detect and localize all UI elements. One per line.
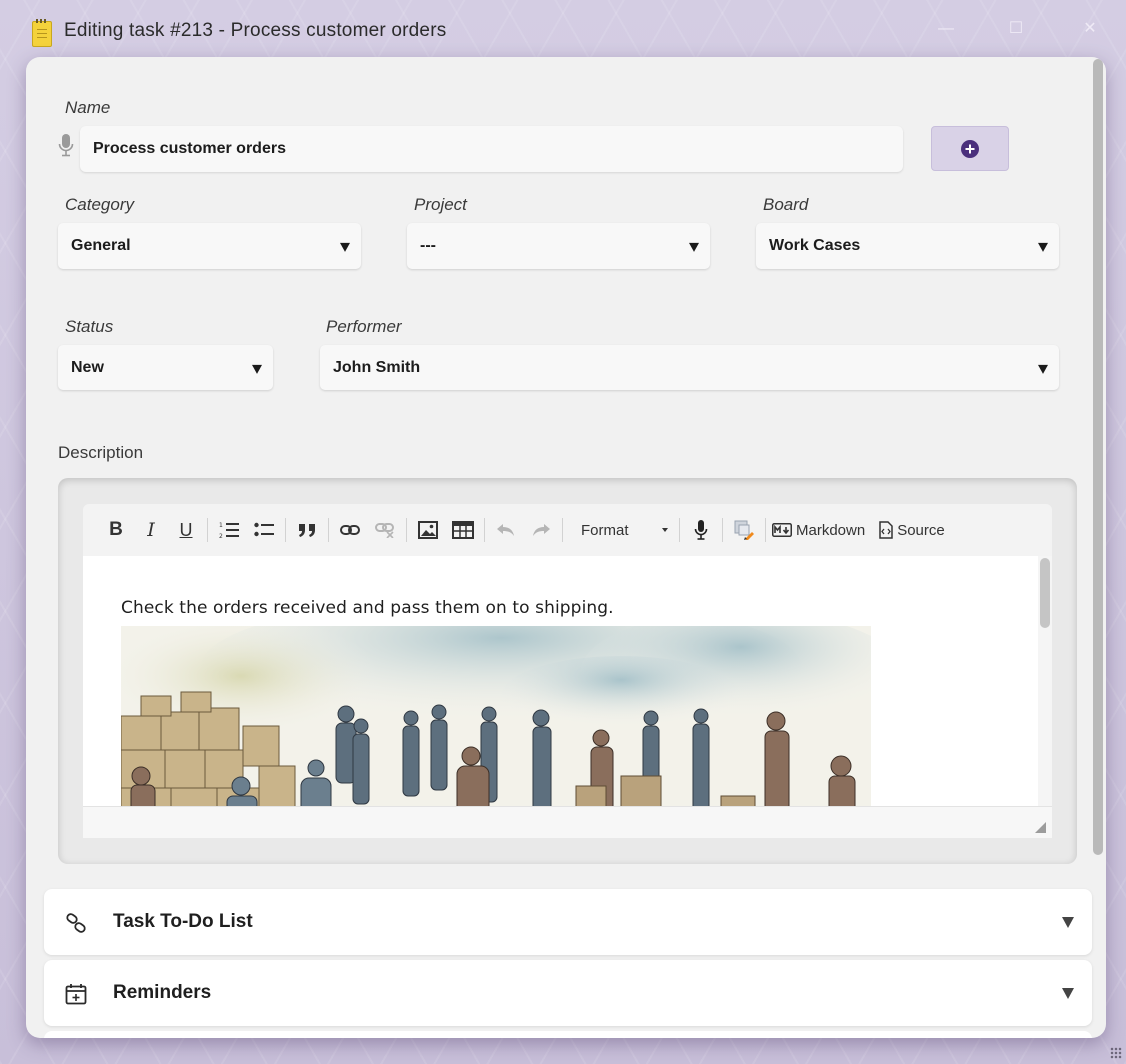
- task-name-input[interactable]: Process customer orders: [80, 126, 903, 172]
- next-panel-partial: [44, 1031, 1092, 1038]
- unlink-button[interactable]: [370, 515, 400, 545]
- markdown-icon: [772, 523, 792, 537]
- table-icon: [452, 521, 474, 539]
- numbered-list-button[interactable]: 1 2: [214, 515, 244, 545]
- dialog-scrollbar-thumb[interactable]: [1093, 59, 1103, 855]
- bullet-list-button[interactable]: [249, 515, 279, 545]
- chevron-down-icon: [662, 528, 668, 532]
- redo-icon: [533, 524, 550, 536]
- source-code-icon: [879, 521, 893, 539]
- image-icon: [418, 521, 438, 539]
- toolbar-divider: [285, 518, 286, 542]
- performer-label: Performer: [326, 317, 402, 336]
- reminders-title: Reminders: [113, 982, 212, 1003]
- title-bar[interactable]: Editing task #213 - Process customer ord…: [0, 0, 1126, 58]
- minimize-button[interactable]: —: [928, 14, 964, 44]
- markdown-label: Markdown: [796, 521, 866, 539]
- source-label: Source: [897, 521, 945, 539]
- task-name-value: Process customer orders: [93, 140, 286, 157]
- insert-table-button[interactable]: [448, 515, 478, 545]
- undo-button[interactable]: [491, 515, 521, 545]
- notepad-icon: [32, 19, 52, 47]
- plus-circle-icon: [961, 139, 979, 158]
- edit-task-dialog: Name Process customer orders Category Ge…: [26, 57, 1106, 1038]
- italic-button[interactable]: I: [136, 515, 166, 545]
- description-label: Description: [58, 443, 144, 462]
- link-icon: [66, 913, 86, 933]
- project-select[interactable]: ---: [407, 223, 710, 269]
- editor-toolbar: B I U 1 2 Format Markdown Source: [83, 504, 1052, 556]
- toolbar-divider: [562, 518, 563, 542]
- toolbar-divider: [484, 518, 485, 542]
- quote-icon: [299, 524, 315, 537]
- bullet-list-icon: [254, 522, 274, 537]
- insert-image-button[interactable]: [413, 515, 443, 545]
- microphone-icon[interactable]: [58, 133, 74, 157]
- svg-text:1: 1: [219, 522, 223, 529]
- blockquote-button[interactable]: [292, 515, 322, 545]
- project-value: ---: [420, 237, 436, 254]
- warehouse-illustration-graphic: [121, 626, 871, 806]
- editor-statusbar: [83, 806, 1052, 838]
- status-select[interactable]: New: [58, 345, 273, 390]
- redo-button[interactable]: [526, 515, 556, 545]
- window-title: Editing task #213 - Process customer ord…: [64, 20, 447, 41]
- description-editor: B I U 1 2 Format Markdown Source Check t…: [58, 478, 1077, 864]
- category-select[interactable]: General: [58, 223, 361, 269]
- toolbar-divider: [722, 518, 723, 542]
- unlink-icon: [375, 523, 394, 538]
- numbered-list-icon: 1 2: [219, 522, 239, 539]
- link-icon: [340, 525, 360, 535]
- source-button[interactable]: Source: [879, 521, 945, 539]
- content-scrollbar-thumb[interactable]: [1040, 558, 1050, 628]
- dropdown-arrow-icon: [1038, 364, 1048, 374]
- format-dropdown[interactable]: Format: [569, 515, 674, 545]
- svg-text:2: 2: [219, 533, 223, 539]
- dropdown-arrow-icon: [340, 242, 350, 252]
- insert-link-button[interactable]: [335, 515, 365, 545]
- toolbar-divider: [679, 518, 680, 542]
- eraser-icon: [734, 520, 754, 540]
- project-label: Project: [414, 195, 467, 214]
- dropdown-arrow-icon: [1038, 242, 1048, 252]
- calendar-plus-icon: [65, 984, 87, 1005]
- voice-input-button[interactable]: [686, 515, 716, 545]
- toolbar-divider: [328, 518, 329, 542]
- status-value: New: [71, 358, 104, 376]
- category-label: Category: [65, 195, 134, 214]
- status-label: Status: [65, 317, 114, 336]
- description-text: Check the orders received and pass them …: [121, 598, 614, 618]
- reminders-panel[interactable]: Reminders: [44, 960, 1092, 1026]
- chevron-down-icon[interactable]: [1062, 988, 1074, 999]
- bold-button[interactable]: B: [101, 515, 131, 545]
- clear-formatting-button[interactable]: [729, 515, 759, 545]
- window-resize-grip-icon[interactable]: [1110, 1047, 1122, 1059]
- close-button[interactable]: ✕: [1072, 14, 1108, 44]
- toolbar-divider: [765, 518, 766, 542]
- category-value: General: [71, 237, 131, 254]
- todo-list-panel[interactable]: Task To-Do List: [44, 889, 1092, 955]
- warehouse-illustration[interactable]: [121, 626, 871, 806]
- add-button[interactable]: [931, 126, 1009, 171]
- board-label: Board: [763, 195, 809, 214]
- board-value: Work Cases: [769, 237, 861, 254]
- resize-handle-icon[interactable]: [1035, 822, 1046, 833]
- toolbar-divider: [207, 518, 208, 542]
- maximize-button[interactable]: ☐: [998, 14, 1034, 44]
- underline-button[interactable]: U: [171, 515, 201, 545]
- format-dropdown-label: Format: [581, 521, 629, 539]
- chevron-down-icon[interactable]: [1062, 917, 1074, 928]
- markdown-button[interactable]: Markdown: [772, 522, 865, 539]
- microphone-icon: [694, 520, 708, 540]
- undo-icon: [497, 524, 514, 536]
- toolbar-divider: [406, 518, 407, 542]
- performer-value: John Smith: [333, 358, 421, 376]
- board-select[interactable]: Work Cases: [756, 223, 1059, 269]
- editor-content-area[interactable]: Check the orders received and pass them …: [83, 556, 1052, 806]
- dropdown-arrow-icon: [252, 364, 262, 374]
- name-label: Name: [65, 98, 111, 117]
- todo-list-title: Task To-Do List: [113, 911, 253, 932]
- dropdown-arrow-icon: [689, 242, 699, 252]
- performer-select[interactable]: John Smith: [320, 345, 1059, 390]
